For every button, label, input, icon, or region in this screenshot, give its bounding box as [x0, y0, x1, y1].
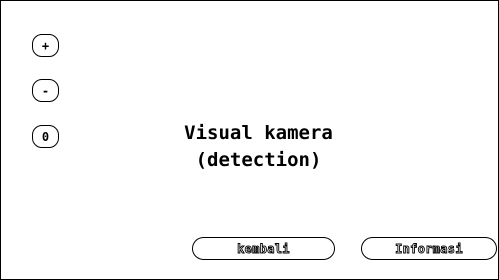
info-button[interactable]: Informasi	[361, 237, 497, 260]
camera-title-line2: (detection)	[195, 149, 322, 171]
camera-panel: + - 0 Visual kamera (detection) kembali …	[0, 0, 499, 280]
zoom-out-button[interactable]: -	[32, 79, 59, 102]
back-button[interactable]: kembali	[192, 237, 335, 260]
camera-view-placeholder: Visual kamera (detection)	[101, 120, 416, 174]
zoom-in-button[interactable]: +	[32, 34, 59, 57]
camera-title-line1: Visual kamera	[184, 122, 333, 144]
zoom-reset-button[interactable]: 0	[32, 125, 59, 148]
